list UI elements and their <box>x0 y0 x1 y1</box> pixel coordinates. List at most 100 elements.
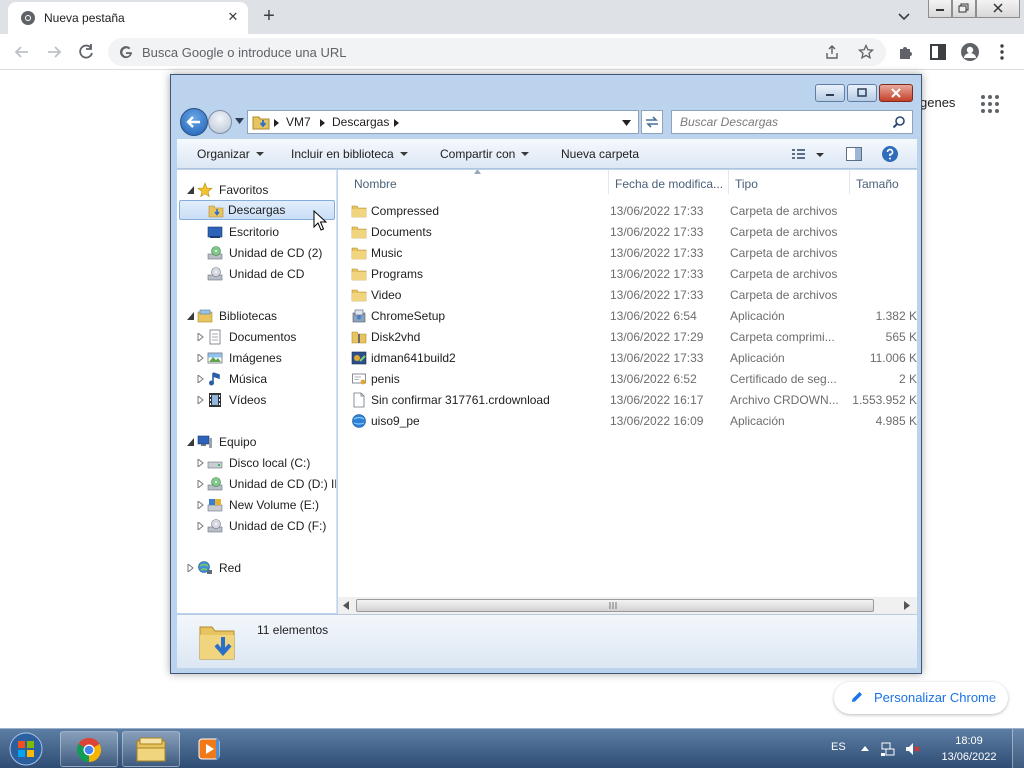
explorer-maximize-button[interactable] <box>847 84 877 102</box>
nav-item-disco-local-c[interactable]: Disco local (C:) <box>197 453 335 473</box>
taskbar-explorer-button[interactable] <box>122 731 180 767</box>
share-with-menu[interactable]: Compartir con <box>440 147 530 161</box>
scroll-right-arrow-icon[interactable] <box>904 601 910 610</box>
expand-triangle-icon[interactable] <box>197 480 204 488</box>
search-icon[interactable] <box>892 115 906 129</box>
chrome-restore-button[interactable] <box>952 0 976 18</box>
expand-triangle-icon[interactable] <box>197 396 204 404</box>
collapse-triangle-icon[interactable] <box>187 312 194 320</box>
breadcrumb-separator-icon[interactable] <box>394 119 399 127</box>
back-arrow-icon[interactable] <box>12 42 32 62</box>
breadcrumb-separator-icon[interactable] <box>274 119 279 127</box>
file-row[interactable]: penis 13/06/2022 6:52 Certificado de seg..… <box>338 368 917 389</box>
forward-arrow-icon[interactable] <box>44 42 64 62</box>
taskbar-media-player-button[interactable] <box>184 731 234 767</box>
nav-group-favorites[interactable]: Favoritos <box>187 180 333 200</box>
expand-triangle-icon[interactable] <box>197 522 204 530</box>
ntp-images-link[interactable]: genes <box>920 95 955 110</box>
new-folder-button[interactable]: Nueva carpeta <box>561 147 639 161</box>
side-panel-icon[interactable] <box>928 42 948 62</box>
expand-triangle-icon[interactable] <box>197 354 204 362</box>
chrome-close-button[interactable] <box>976 0 1020 18</box>
expand-triangle-icon[interactable] <box>187 564 194 572</box>
search-box[interactable] <box>671 110 913 134</box>
profile-avatar-icon[interactable] <box>960 42 980 62</box>
clock-date[interactable]: 13/06/2022 <box>930 751 1008 763</box>
horizontal-scrollbar[interactable] <box>338 597 917 614</box>
file-row[interactable]: Documents 13/06/2022 17:33 Carpeta de arch… <box>338 221 917 242</box>
breadcrumb-descargas[interactable]: Descargas <box>332 115 389 129</box>
file-row[interactable]: ChromeSetup 13/06/2022 6:54 Aplicación 1.38… <box>338 305 917 326</box>
expand-triangle-icon[interactable] <box>197 333 204 341</box>
nav-group-computer[interactable]: Equipo <box>187 432 333 452</box>
show-hidden-icons-icon[interactable] <box>860 741 870 757</box>
volume-muted-icon[interactable] <box>904 741 920 757</box>
customize-chrome-button[interactable]: Personalizar Chrome <box>834 682 1008 714</box>
nav-item-videos[interactable]: Vídeos <box>197 390 335 410</box>
nav-item-unidad-cd-d[interactable]: Unidad de CD (D:) IF <box>197 474 336 494</box>
share-icon[interactable] <box>824 44 840 60</box>
view-options-icon[interactable] <box>791 145 809 163</box>
address-dropdown-icon[interactable] <box>622 120 631 126</box>
clock-time[interactable]: 18:09 <box>944 735 994 747</box>
tab-new-tab[interactable]: Nueva pestaña ✕ <box>8 2 248 34</box>
file-row[interactable]: Sin confirmar 317761.crdownload 13/06/202… <box>338 389 917 410</box>
chrome-minimize-button[interactable] <box>928 0 952 18</box>
bookmark-star-icon[interactable] <box>858 44 874 60</box>
tab-close-icon[interactable]: ✕ <box>224 8 242 26</box>
nav-item-unidad-cd[interactable]: Unidad de CD <box>207 264 335 284</box>
chrome-menu-icon[interactable] <box>992 42 1012 62</box>
collapse-triangle-icon[interactable] <box>187 186 194 194</box>
column-header-size[interactable]: Tamaño <box>850 170 917 196</box>
nav-item-descargas[interactable]: Descargas <box>179 200 335 220</box>
file-row[interactable]: Video 13/06/2022 17:33 Carpeta de archivos <box>338 284 917 305</box>
search-input[interactable] <box>672 111 886 133</box>
nav-group-network[interactable]: Red <box>187 558 333 578</box>
nav-item-unidad-cd-f[interactable]: Unidad de CD (F:) <box>197 516 335 536</box>
column-header-type[interactable]: Tipo <box>729 170 849 196</box>
explorer-minimize-button[interactable] <box>815 84 845 102</box>
omnibox[interactable]: Busca Google o introduce una URL <box>108 38 886 66</box>
reload-icon[interactable] <box>76 42 96 62</box>
google-apps-grid-icon[interactable] <box>980 94 1000 114</box>
extensions-puzzle-icon[interactable] <box>896 42 916 62</box>
expand-triangle-icon[interactable] <box>197 375 204 383</box>
include-in-library-menu[interactable]: Incluir en biblioteca <box>291 147 408 161</box>
recent-pages-dropdown-icon[interactable] <box>235 118 244 124</box>
file-row[interactable]: Programs 13/06/2022 17:33 Carpeta de archi… <box>338 263 917 284</box>
breadcrumb-vm7[interactable]: VM7 <box>286 115 311 129</box>
network-tray-icon[interactable] <box>880 741 896 757</box>
column-header-date[interactable]: Fecha de modifica... <box>609 170 727 196</box>
refresh-button[interactable] <box>641 110 663 134</box>
organize-menu[interactable]: Organizar <box>197 147 264 161</box>
expand-triangle-icon[interactable] <box>197 501 204 509</box>
scroll-left-arrow-icon[interactable] <box>343 601 349 610</box>
show-desktop-button[interactable] <box>1012 729 1024 768</box>
start-button[interactable] <box>6 731 46 767</box>
preview-pane-icon[interactable] <box>845 145 863 163</box>
explorer-forward-button[interactable] <box>208 110 232 134</box>
file-row[interactable]: Disk2vhd 13/06/2022 17:29 Carpeta comprimi… <box>338 326 917 347</box>
address-bar[interactable]: VM7 Descargas <box>247 110 639 134</box>
nav-group-libraries[interactable]: Bibliotecas <box>187 306 333 326</box>
file-row[interactable]: uiso9_pe 13/06/2022 16:09 Aplicación 4.985 … <box>338 410 917 431</box>
explorer-back-button[interactable] <box>180 108 208 136</box>
taskbar-chrome-button[interactable] <box>60 731 118 767</box>
column-header-name[interactable]: Nombre <box>338 170 598 196</box>
nav-item-documentos[interactable]: Documentos <box>197 327 335 347</box>
language-indicator[interactable]: ES <box>831 741 846 753</box>
expand-triangle-icon[interactable] <box>197 459 204 467</box>
view-dropdown-icon[interactable] <box>815 145 825 163</box>
file-row[interactable]: idman641build2 13/06/2022 17:33 Aplicación… <box>338 347 917 368</box>
file-row[interactable]: Compressed 13/06/2022 17:33 Carpeta de arc… <box>338 200 917 221</box>
breadcrumb-separator-icon[interactable] <box>320 119 325 127</box>
nav-item-unidad-cd-2[interactable]: Unidad de CD (2) <box>207 243 335 263</box>
explorer-close-button[interactable] <box>879 84 913 102</box>
nav-item-musica[interactable]: Música <box>197 369 335 389</box>
new-tab-button[interactable]: + <box>258 6 280 28</box>
file-row[interactable]: Music 13/06/2022 17:33 Carpeta de archivos <box>338 242 917 263</box>
help-icon[interactable] <box>881 145 899 163</box>
tab-search-chevron-icon[interactable] <box>894 8 914 26</box>
scrollbar-thumb[interactable] <box>356 599 874 612</box>
nav-item-imagenes[interactable]: Imágenes <box>197 348 335 368</box>
